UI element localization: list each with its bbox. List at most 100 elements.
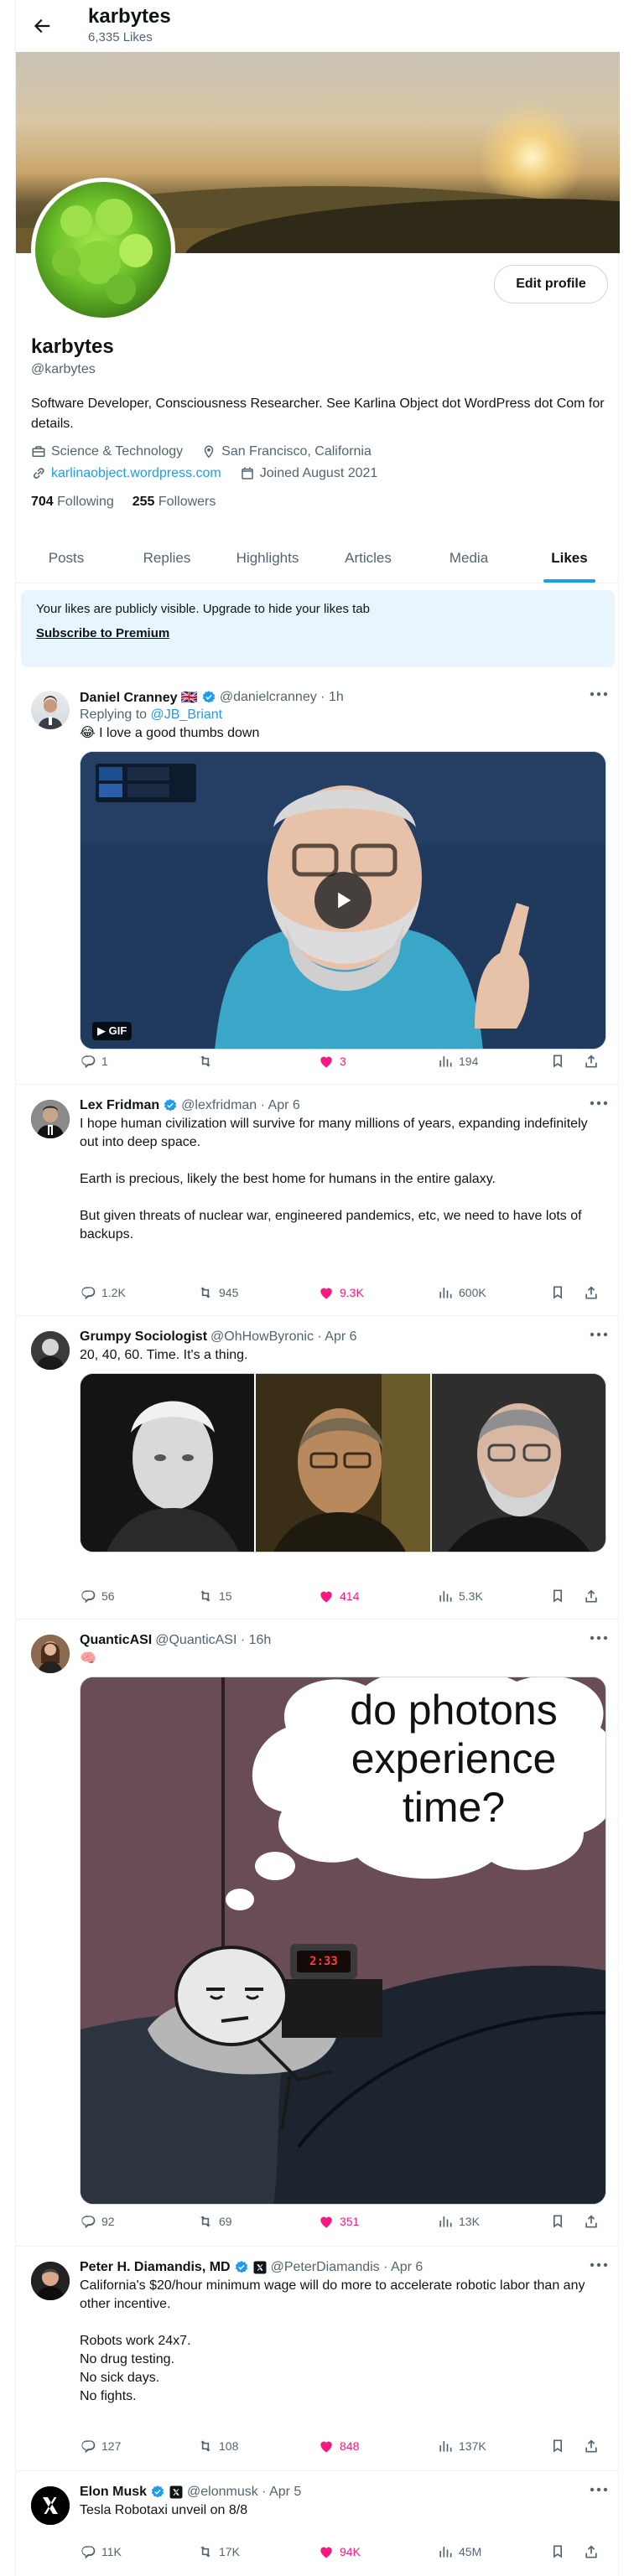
more-options-icon[interactable] (590, 1331, 608, 1338)
tab-media[interactable]: Media (418, 533, 519, 583)
share-button[interactable] (583, 2438, 600, 2454)
profile-avatar[interactable] (31, 178, 175, 322)
tweet[interactable]: Daniel Cranney 🇬🇧 @danielcranney · 1h Re… (16, 676, 620, 1085)
profile-website-link[interactable]: karlinaobject.wordpress.com (51, 466, 221, 481)
like-button[interactable]: 414 (318, 1588, 359, 1604)
following-link[interactable]: 704 Following (31, 495, 114, 510)
more-options-icon[interactable] (590, 2262, 608, 2268)
repost-button[interactable]: 945 (197, 1284, 238, 1301)
tweet[interactable]: Elon Musk @elonmusk · Apr 5 Tesla Robota… (16, 2471, 620, 2576)
share-button[interactable] (583, 1053, 600, 1070)
like-button[interactable]: 94K (318, 2543, 361, 2560)
views-button[interactable]: 5.3K (437, 1588, 483, 1604)
bookmark-button[interactable] (549, 1588, 566, 1604)
reply-button[interactable]: 1.2K (80, 1284, 126, 1301)
reply-icon (81, 2216, 96, 2229)
tweet[interactable]: Lex Fridman @lexfridman · Apr 6 I hope h… (16, 1085, 620, 1316)
author-handle[interactable]: @danielcranney · 1h (220, 690, 344, 705)
more-options-icon[interactable] (590, 1635, 608, 1641)
bookmark-button[interactable] (549, 1284, 566, 1301)
bookmark-button[interactable] (549, 2543, 566, 2560)
like-count: 414 (340, 1589, 360, 1603)
repost-button[interactable]: 17K (197, 2543, 240, 2560)
reply-to-link[interactable]: @JB_Briant (151, 707, 223, 722)
author-name[interactable]: Grumpy Sociologist (80, 1329, 207, 1345)
profile-meta-row-1: Science & Technology San Francisco, Cali… (31, 444, 372, 459)
views-count: 45M (459, 2545, 482, 2558)
subscribe-premium-link[interactable]: Subscribe to Premium (36, 626, 169, 640)
more-options-icon[interactable] (590, 1100, 608, 1107)
author-handle[interactable]: @QuanticASI · 16h (155, 1633, 271, 1648)
author-name[interactable]: Peter H. Diamandis, MD (80, 2260, 231, 2275)
views-button[interactable]: 194 (437, 1053, 478, 1070)
bookmark-button[interactable] (549, 2438, 566, 2454)
reply-button[interactable]: 56 (80, 1588, 115, 1604)
avatar[interactable] (31, 2262, 70, 2300)
verified-badge-icon (164, 1099, 177, 1112)
tweet-image[interactable] (80, 1373, 606, 1552)
tab-replies[interactable]: Replies (117, 533, 217, 583)
repost-button[interactable]: 15 (197, 1588, 232, 1604)
author-handle[interactable]: @elonmusk · Apr 5 (187, 2485, 301, 2500)
like-button[interactable]: 848 (318, 2438, 359, 2454)
edit-profile-button[interactable]: Edit profile (494, 265, 608, 303)
play-button[interactable] (314, 872, 372, 929)
reply-count: 92 (101, 2215, 115, 2228)
tweet-text: 🧠 (80, 1651, 96, 1666)
avatar[interactable] (31, 1100, 70, 1138)
reply-button[interactable]: 11K (80, 2543, 122, 2560)
author-name[interactable]: Lex Fridman (80, 1098, 159, 1113)
views-button[interactable]: 600K (437, 1284, 486, 1301)
share-button[interactable] (583, 1284, 600, 1301)
more-options-icon[interactable] (590, 2486, 608, 2493)
avatar[interactable] (31, 2486, 70, 2525)
header-title: karbytes (88, 5, 171, 28)
tweet-gif[interactable]: ▶ GIF (80, 751, 606, 1050)
share-button[interactable] (583, 2543, 600, 2560)
like-count: 3 (340, 1055, 346, 1068)
avatar[interactable] (31, 1331, 70, 1370)
followers-link[interactable]: 255 Followers (133, 495, 216, 510)
more-options-icon[interactable] (590, 691, 608, 697)
repost-button[interactable]: 108 (197, 2438, 238, 2454)
tab-articles[interactable]: Articles (318, 533, 418, 583)
author-name[interactable]: Elon Musk (80, 2485, 147, 2500)
back-arrow-icon[interactable] (31, 15, 53, 37)
repost-button[interactable]: 69 (197, 2213, 232, 2230)
views-icon (439, 2547, 452, 2558)
avatar[interactable] (31, 691, 70, 729)
author-name[interactable]: QuanticASI (80, 1633, 152, 1648)
avatar[interactable] (31, 1635, 70, 1673)
like-button[interactable]: 3 (318, 1053, 346, 1070)
tab-posts[interactable]: Posts (16, 533, 117, 583)
bookmark-button[interactable] (549, 1053, 566, 1070)
like-button[interactable]: 9.3K (318, 1284, 364, 1301)
tab-likes[interactable]: Likes (519, 533, 620, 583)
share-button[interactable] (583, 2213, 600, 2230)
reply-button[interactable]: 1 (80, 1053, 108, 1070)
share-button[interactable] (583, 1588, 600, 1604)
author-name[interactable]: Daniel Cranney 🇬🇧 (80, 689, 198, 706)
author-handle[interactable]: @PeterDiamandis · Apr 6 (271, 2260, 424, 2275)
tweet[interactable]: Peter H. Diamandis, MD @PeterDiamandis ·… (16, 2247, 620, 2471)
reply-button[interactable]: 127 (80, 2438, 121, 2454)
views-button[interactable]: 137K (437, 2438, 486, 2454)
reply-icon (81, 2440, 96, 2454)
views-count: 194 (459, 1055, 479, 1068)
like-icon (320, 1288, 332, 1299)
tweet[interactable]: Grumpy Sociologist @OhHowByronic · Apr 6… (16, 1316, 620, 1620)
views-icon (439, 2441, 452, 2452)
tweet[interactable]: QuanticASI @QuanticASI · 16h 🧠 do photon… (16, 1620, 620, 2247)
tab-highlights[interactable]: Highlights (217, 533, 318, 583)
author-handle[interactable]: @OhHowByronic · Apr 6 (210, 1329, 357, 1345)
repost-button[interactable] (197, 1053, 219, 1070)
views-button[interactable]: 13K (437, 2213, 480, 2230)
reply-button[interactable]: 92 (80, 2213, 115, 2230)
views-button[interactable]: 45M (437, 2543, 481, 2560)
author-handle[interactable]: @lexfridman · Apr 6 (181, 1098, 300, 1113)
like-button[interactable]: 351 (318, 2213, 359, 2230)
tweet-image[interactable]: do photons experience time? 2:33 (80, 1677, 606, 2205)
verified-badge-icon (202, 691, 215, 703)
repost-icon (200, 1055, 210, 1067)
bookmark-button[interactable] (549, 2213, 566, 2230)
